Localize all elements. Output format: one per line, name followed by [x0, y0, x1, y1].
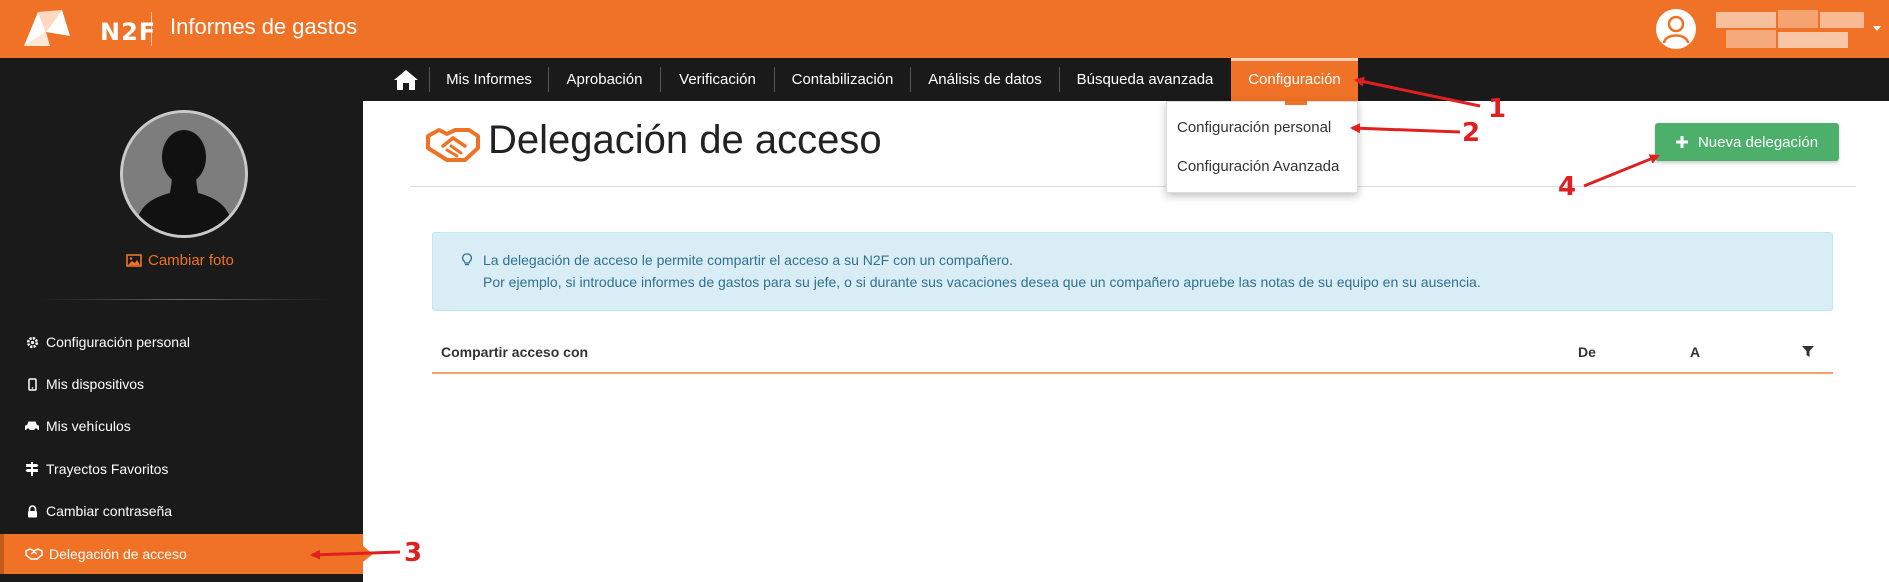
table-header-underline — [432, 372, 1833, 374]
nav-item-mis-informes[interactable]: Mis Informes — [430, 58, 548, 101]
configuration-dropdown-menu: Configuración personal Configuración Ava… — [1166, 101, 1358, 193]
nav-home[interactable] — [383, 58, 429, 101]
annotation-arrow-2 — [1350, 123, 1461, 134]
sidebar-item-mis-dispositivos[interactable]: Mis dispositivos — [0, 364, 363, 404]
annotation-label-2: 2 — [1462, 118, 1481, 148]
menu-item-configuracion-personal[interactable]: Configuración personal — [1177, 119, 1331, 136]
sidebar-item-cambiar-contrasena[interactable]: Cambiar contraseña — [0, 491, 363, 531]
nav-item-analisis-de-datos[interactable]: Análisis de datos — [911, 58, 1059, 101]
app-root: N2F Informes de gastos Mis Informes Apro… — [0, 0, 1889, 582]
sidebar-item-label: Cambiar contraseña — [46, 503, 173, 519]
header-divider — [410, 186, 1856, 187]
column-header-share-with[interactable]: Compartir acceso con — [441, 344, 588, 360]
app-title: Informes de gastos — [170, 14, 358, 39]
profile-photo — [120, 110, 248, 238]
sidebar-item-label: Configuración personal — [46, 334, 190, 350]
nav-item-verificacion[interactable]: Verificación — [661, 58, 774, 101]
signpost-icon — [24, 461, 40, 477]
top-divider — [151, 12, 152, 46]
blurred-user-name[interactable] — [1716, 8, 1866, 52]
info-text-line-2: Por ejemplo, si introduce informes de ga… — [483, 274, 1481, 290]
sidebar-item-configuracion-personal[interactable]: Configuración personal — [0, 322, 363, 362]
car-icon — [24, 418, 40, 434]
new-delegation-label: Nueva delegación — [1697, 133, 1819, 151]
nav-item-contabilizacion[interactable]: Contabilización — [775, 58, 910, 101]
nav-item-aprobacion[interactable]: Aprobación — [549, 58, 660, 101]
lightbulb-icon — [462, 253, 472, 266]
column-header-to[interactable]: A — [1690, 344, 1700, 360]
column-header-from[interactable]: De — [1578, 344, 1596, 360]
change-photo-link[interactable]: Cambiar foto — [126, 252, 234, 269]
dropdown-pointer — [1285, 101, 1307, 105]
sidebar-item-label: Mis vehículos — [46, 418, 131, 434]
sidebar-item-trayectos-favoritos[interactable]: Trayectos Favoritos — [0, 449, 363, 489]
annotation-arrow-4 — [1583, 154, 1660, 188]
annotation-label-3: 3 — [404, 538, 423, 568]
n2f-logo[interactable]: N2F — [20, 6, 155, 52]
home-icon — [394, 69, 418, 90]
filter-icon[interactable] — [1802, 346, 1814, 358]
plus-icon — [1675, 136, 1688, 148]
logo-origami-icon — [24, 10, 70, 46]
image-icon — [126, 254, 142, 267]
new-delegation-button[interactable]: Nueva delegación — [1655, 123, 1839, 161]
lock-icon — [24, 503, 40, 519]
top-bar: N2F Informes de gastos — [0, 0, 1889, 58]
info-text-line-1: La delegación de acceso le permite compa… — [483, 252, 1013, 268]
logo-text: N2F — [100, 18, 157, 46]
sidebar-item-label: Trayectos Favoritos — [46, 461, 169, 477]
mobile-icon — [24, 376, 40, 392]
annotation-label-1: 1 — [1488, 94, 1507, 124]
sidebar-divider — [40, 299, 330, 300]
sidebar-item-label: Mis dispositivos — [46, 376, 145, 392]
handshake-icon — [425, 126, 481, 166]
info-alert: La delegación de acceso le permite compa… — [432, 232, 1833, 311]
chevron-down-icon[interactable] — [1873, 26, 1881, 31]
handshake-icon — [24, 546, 43, 562]
sidebar-item-mis-vehiculos[interactable]: Mis vehículos — [0, 406, 363, 446]
sidebar-item-delegacion-de-acceso[interactable]: Delegación de acceso — [0, 534, 373, 574]
gear-icon — [24, 334, 40, 350]
menu-item-configuracion-avanzada[interactable]: Configuración Avanzada — [1177, 158, 1339, 175]
sidebar-item-label: Delegación de acceso — [49, 546, 187, 562]
page-title: Delegación de acceso — [488, 118, 882, 162]
nav-item-configuracion[interactable]: Configuración — [1231, 58, 1358, 101]
change-photo-label: Cambiar foto — [148, 252, 234, 269]
user-silhouette-icon — [1662, 15, 1690, 44]
nav-item-busqueda-avanzada[interactable]: Búsqueda avanzada — [1060, 58, 1230, 101]
person-silhouette-icon — [123, 113, 245, 235]
user-avatar[interactable] — [1656, 9, 1696, 49]
annotation-label-4: 4 — [1558, 172, 1577, 202]
